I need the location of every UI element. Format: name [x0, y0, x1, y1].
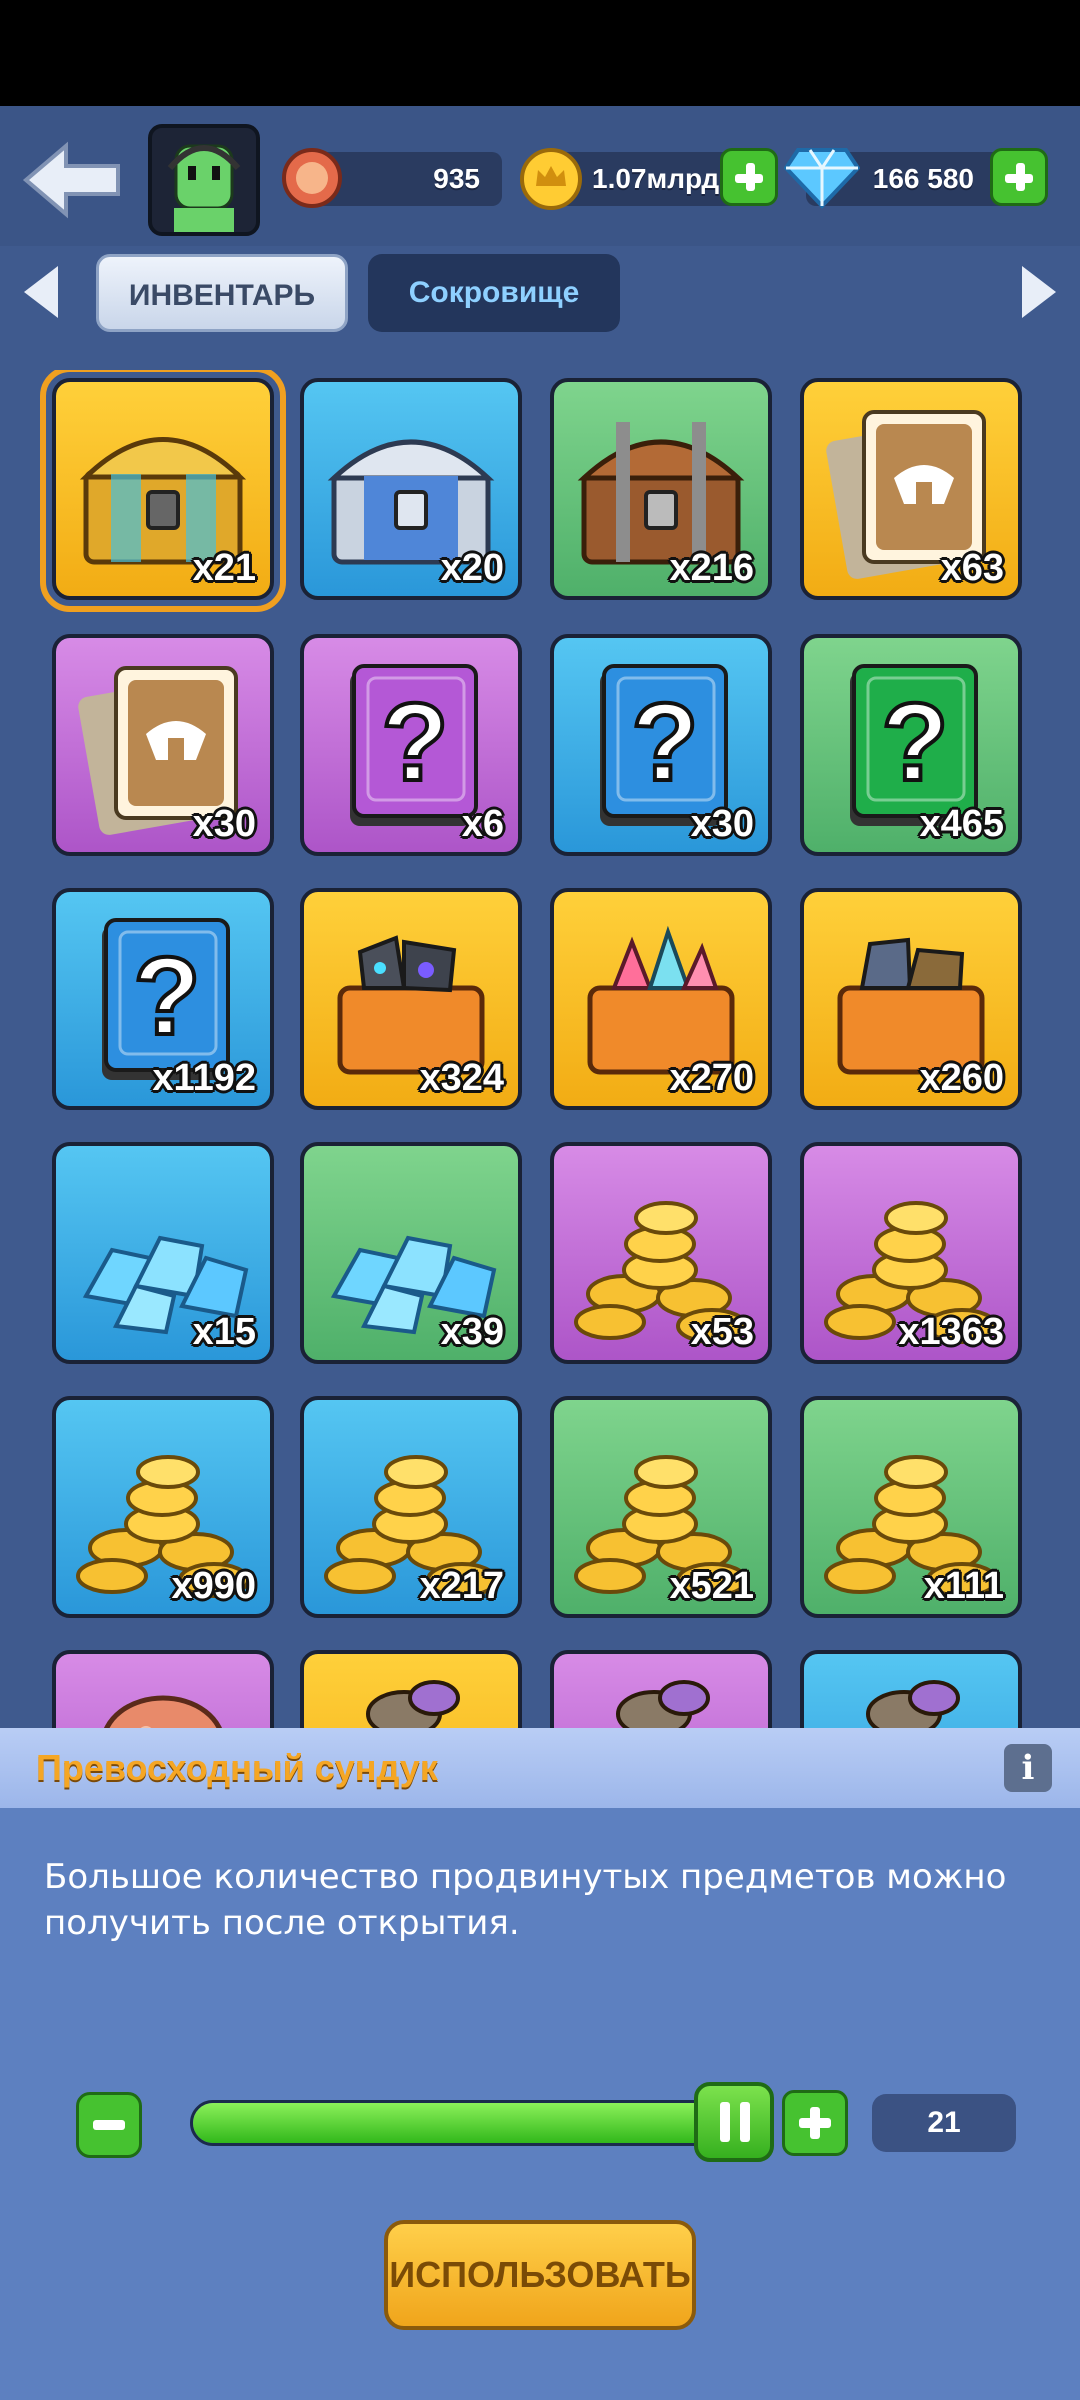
item-quantity: x6 — [461, 803, 504, 845]
tab-inventory[interactable]: ИНВЕНТАРЬ — [96, 254, 348, 332]
tab-prev-arrow-icon[interactable] — [18, 262, 62, 322]
item-description: Большое количество продвинутых предметов… — [44, 1857, 1007, 1943]
gold-value: 1.07млрд — [592, 163, 720, 194]
inventory-slot[interactable]: x1363 — [800, 1142, 1022, 1364]
crown-coin-icon — [520, 148, 582, 210]
inventory-slot[interactable]: x270 — [550, 888, 772, 1110]
diamond-icon — [784, 148, 860, 209]
item-quantity: x63 — [940, 547, 1004, 589]
player-avatar-icon — [167, 144, 241, 232]
inventory-slot[interactable]: ? x30 — [550, 634, 772, 856]
inventory-slot[interactable]: ? x1192 — [52, 888, 274, 1110]
slider-handle[interactable] — [694, 2082, 774, 2162]
item-quantity: x260 — [919, 1057, 1004, 1099]
item-quantity: x21 — [192, 547, 256, 589]
item-quantity: x30 — [192, 803, 256, 845]
item-partial-icon — [866, 1680, 960, 1730]
inventory-slot[interactable] — [800, 1650, 1022, 1730]
item-partial-icon — [616, 1680, 710, 1730]
avatar[interactable] — [148, 124, 260, 236]
inventory-slot[interactable]: x260 — [800, 888, 1022, 1110]
inventory-slot[interactable]: x111 — [800, 1396, 1022, 1618]
inventory-slot[interactable]: x20 — [300, 378, 522, 600]
inventory-grid: x21 x20 x216 x63 x30? x6? x30? x465? x1192 x324 x2… — [0, 370, 1080, 1730]
item-quantity: x521 — [669, 1565, 754, 1607]
item-quantity: x30 — [690, 803, 754, 845]
inventory-slot[interactable]: x53 — [550, 1142, 772, 1364]
energy-value: 935 — [433, 163, 480, 194]
meat-icon — [103, 1695, 223, 1730]
item-partial-icon — [366, 1680, 460, 1730]
quantity-count[interactable]: 21 — [872, 2094, 1016, 2152]
diamond-value: 166 580 — [872, 163, 974, 194]
inventory-slot[interactable]: x521 — [550, 1396, 772, 1618]
slider-fill — [193, 2103, 727, 2143]
tab-treasure[interactable]: Сокровище — [368, 254, 620, 332]
item-quantity: x990 — [171, 1565, 256, 1607]
inventory-slot[interactable]: x216 — [550, 378, 772, 600]
increase-quantity-button[interactable] — [782, 2090, 848, 2156]
back-arrow-icon[interactable] — [22, 140, 122, 220]
inventory-slot[interactable] — [52, 1650, 274, 1730]
item-quantity: x53 — [690, 1311, 754, 1353]
add-gold-button[interactable] — [720, 148, 778, 206]
item-quantity: x20 — [440, 547, 504, 589]
item-quantity: x217 — [419, 1565, 504, 1607]
add-diamonds-button[interactable] — [990, 148, 1048, 206]
inventory-slot[interactable]: x15 — [52, 1142, 274, 1364]
quantity-slider[interactable] — [190, 2100, 730, 2146]
item-quantity: x465 — [919, 803, 1004, 845]
item-title: Превосходный сундук — [36, 1747, 438, 1788]
inventory-slot[interactable]: x324 — [300, 888, 522, 1110]
item-quantity: x270 — [669, 1057, 754, 1099]
decrease-quantity-button[interactable] — [76, 2092, 142, 2158]
inventory-slot[interactable]: x63 — [800, 378, 1022, 600]
item-quantity: x324 — [419, 1057, 504, 1099]
item-quantity: x15 — [192, 1311, 256, 1353]
inventory-slot[interactable] — [550, 1650, 772, 1730]
inventory-slot[interactable]: x39 — [300, 1142, 522, 1364]
status-bar — [0, 0, 1080, 106]
item-quantity: x1363 — [898, 1311, 1004, 1353]
tab-next-arrow-icon[interactable] — [1018, 262, 1062, 322]
svg-text:?: ? — [881, 681, 948, 804]
use-button[interactable]: ИСПОЛЬЗОВАТЬ — [384, 2220, 696, 2330]
item-quantity: x1192 — [152, 1057, 256, 1099]
item-quantity: x39 — [440, 1311, 504, 1353]
inventory-slot[interactable]: ? x465 — [800, 634, 1022, 856]
svg-text:?: ? — [381, 681, 448, 804]
inventory-slot[interactable]: x990 — [52, 1396, 274, 1618]
svg-text:?: ? — [133, 935, 200, 1058]
inventory-slot[interactable]: x217 — [300, 1396, 522, 1618]
svg-text:?: ? — [631, 681, 698, 804]
inventory-slot[interactable]: x21 — [40, 370, 286, 612]
item-quantity: x111 — [923, 1565, 1004, 1607]
inventory-slot[interactable]: ? x6 — [300, 634, 522, 856]
inventory-slot[interactable] — [300, 1650, 522, 1730]
inventory-slot[interactable]: x30 — [52, 634, 274, 856]
item-quantity: x216 — [669, 547, 754, 589]
info-button[interactable]: i — [1004, 1744, 1052, 1792]
